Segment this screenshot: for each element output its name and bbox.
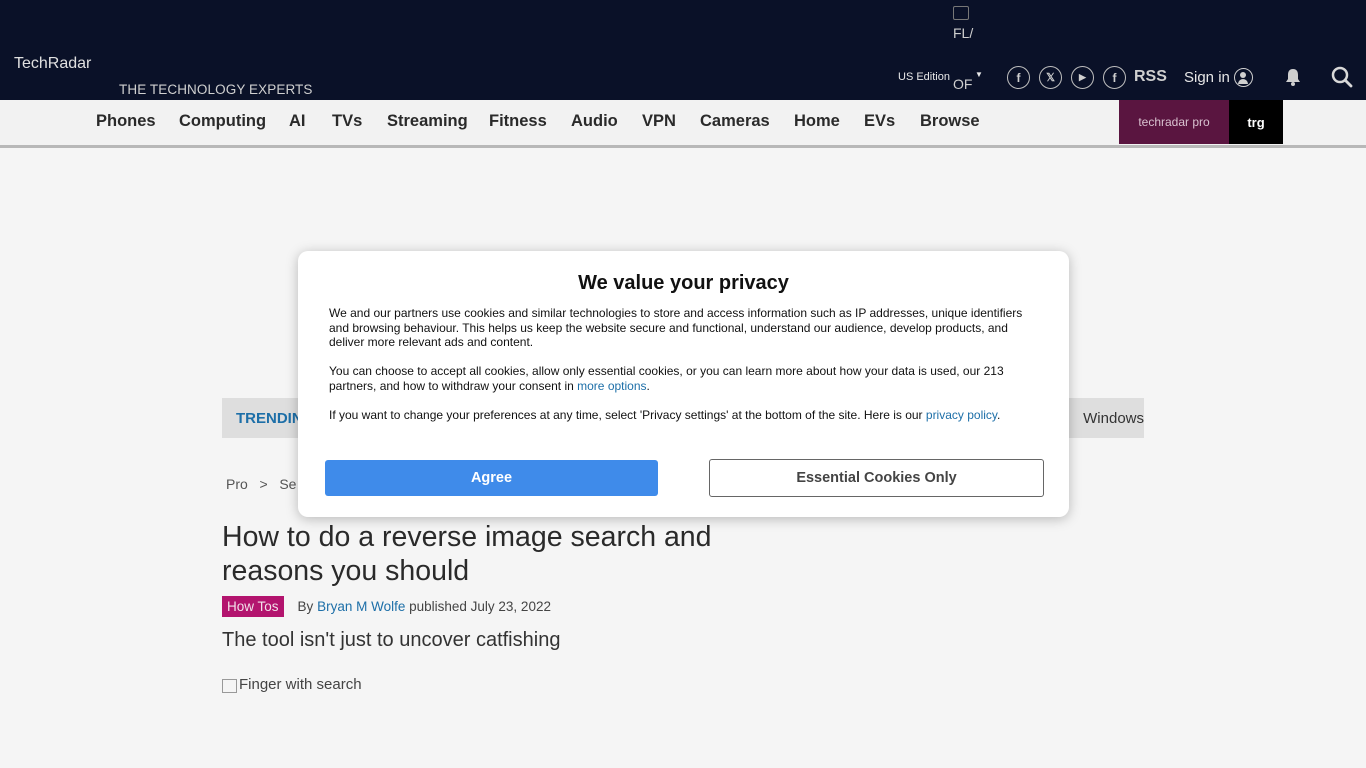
nav-item-streaming[interactable]: Streaming	[387, 112, 468, 131]
techradar-pro-link[interactable]: techradar pro	[1119, 100, 1229, 144]
user-icon	[1233, 68, 1253, 87]
nav-item-fitness[interactable]: Fitness	[489, 112, 547, 131]
article-subtitle: The tool isn't just to uncover catfishin…	[222, 629, 561, 651]
youtube-icon[interactable]: ▶	[1071, 66, 1094, 89]
consent-p3-end: .	[997, 408, 1001, 422]
consent-p2-text: You can choose to accept all cookies, al…	[329, 364, 1004, 393]
published-date: published July 23, 2022	[409, 599, 551, 614]
bell-icon[interactable]	[1284, 68, 1302, 86]
author-link[interactable]: Bryan M Wolfe	[317, 599, 405, 614]
broken-image-icon	[222, 679, 237, 693]
nav-item-vpn[interactable]: VPN	[642, 112, 676, 131]
nav-item-evs[interactable]: EVs	[864, 112, 895, 131]
sign-in-button[interactable]: Sign in	[1184, 68, 1253, 87]
by-label: By	[297, 599, 314, 614]
consent-title: We value your privacy	[578, 272, 789, 294]
flag-alt-text-1: FL/	[953, 25, 974, 41]
edition-selector[interactable]: US Edition	[898, 71, 950, 83]
edition-caret-icon[interactable]: ▼	[975, 70, 983, 79]
nav-item-cameras[interactable]: Cameras	[700, 112, 770, 131]
search-icon[interactable]	[1331, 66, 1353, 88]
essential-cookies-button[interactable]: Essential Cookies Only	[709, 459, 1044, 497]
flag-image-icon	[953, 6, 969, 20]
breadcrumb: Pro > Se	[226, 476, 296, 492]
site-tagline: THE TECHNOLOGY EXPERTS	[119, 82, 313, 97]
privacy-consent-dialog: We value your privacy We and our partner…	[298, 251, 1069, 517]
facebook-icon[interactable]: f	[1007, 66, 1030, 89]
more-options-link[interactable]: more options	[577, 379, 646, 393]
techradar-logo[interactable]: TechRadar	[14, 55, 91, 73]
breadcrumb-separator: >	[259, 476, 268, 492]
article-title: How to do a reverse image search and rea…	[222, 521, 712, 587]
consent-p2-end: .	[646, 378, 650, 393]
consent-paragraph-2: You can choose to accept all cookies, al…	[329, 364, 1039, 393]
nav-item-computing[interactable]: Computing	[179, 112, 266, 131]
consent-p3-text: If you want to change your preferences a…	[329, 408, 926, 422]
nav-item-tvs[interactable]: TVs	[332, 112, 362, 131]
nav-item-browse[interactable]: Browse	[920, 112, 980, 131]
consent-paragraph-3: If you want to change your preferences a…	[329, 408, 1039, 423]
privacy-policy-link[interactable]: privacy policy	[926, 408, 997, 422]
hero-image: Finger with search	[222, 676, 362, 693]
edition-flag[interactable]: FL/	[953, 6, 983, 43]
nav-item-ai[interactable]: AI	[289, 112, 306, 131]
flag-alt-text-2: OF	[953, 76, 973, 92]
consent-paragraph-1: We and our partners use cookies and simi…	[329, 306, 1023, 349]
agree-button[interactable]: Agree	[325, 460, 658, 496]
trg-link[interactable]: trg	[1229, 100, 1283, 144]
sign-in-label: Sign in	[1184, 69, 1230, 86]
main-nav: Phones Computing AI TVs Streaming Fitnes…	[0, 100, 1366, 148]
logo-alt-text: TechRadar	[14, 55, 92, 72]
trending-item-windows[interactable]: Windows	[1083, 410, 1144, 427]
site-header: TechRadar THE TECHNOLOGY EXPERTS FL/ OF …	[0, 0, 1366, 100]
rss-link[interactable]: RSS	[1134, 68, 1167, 86]
trending-label: TRENDIN	[236, 410, 303, 427]
article-meta: How Tos By Bryan M Wolfe published July …	[222, 596, 551, 617]
breadcrumb-security[interactable]: Se	[279, 476, 296, 492]
hero-image-alt: Finger with search	[239, 676, 362, 693]
category-tag[interactable]: How Tos	[222, 596, 284, 617]
nav-item-home[interactable]: Home	[794, 112, 840, 131]
nav-item-phones[interactable]: Phones	[96, 112, 156, 131]
nav-item-audio[interactable]: Audio	[571, 112, 618, 131]
flipboard-icon[interactable]: f	[1103, 66, 1126, 89]
x-twitter-icon[interactable]: 𝕏	[1039, 66, 1062, 89]
breadcrumb-pro[interactable]: Pro	[226, 476, 248, 492]
